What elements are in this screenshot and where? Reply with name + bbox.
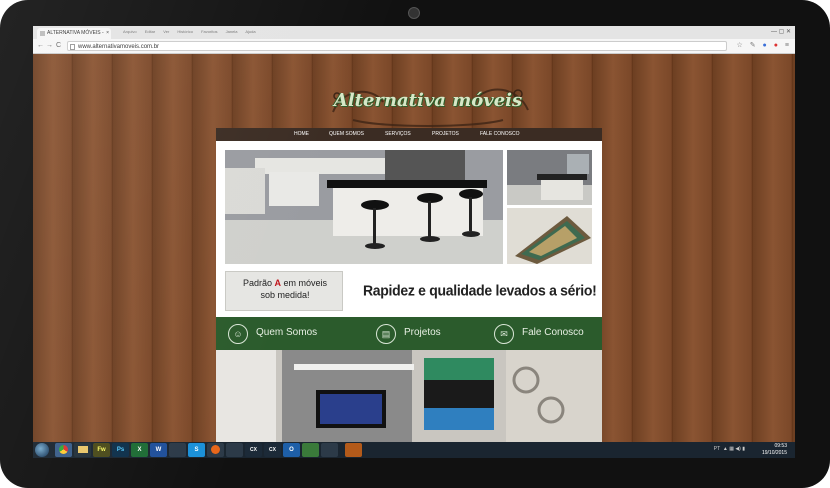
nav-fale-conosco[interactable]: FALE CONOSCO: [480, 128, 519, 141]
kitchen-photo-small: [507, 150, 592, 205]
tab-bar: ALTERNATIVA MÓVEIS - × Arquivo Editar Ve…: [33, 26, 795, 39]
extension-icon[interactable]: ●: [774, 42, 778, 49]
taskbar-app-generic[interactable]: [226, 443, 243, 457]
windows-taskbar: Fw Ps X W S CX CX O PT ▲ ▦ ◀) ▮ 09:53 19…: [33, 442, 795, 458]
tab-title: ALTERNATIVA MÓVEIS -: [47, 30, 104, 36]
taskbar-app-generic[interactable]: [321, 443, 338, 457]
taskbar-app-cx[interactable]: CX: [264, 443, 281, 457]
clock-time: 09:53: [774, 443, 787, 449]
glass-table-photo: [507, 208, 592, 264]
monitor-frame: ALTERNATIVA MÓVEIS - × Arquivo Editar Ve…: [0, 0, 830, 488]
menu-item[interactable]: Arquivo: [123, 29, 137, 34]
taskbar-app-skype[interactable]: S: [188, 443, 205, 457]
section-label: Projetos: [404, 327, 441, 338]
taskbar-app-cx[interactable]: CX: [245, 443, 262, 457]
taskbar-app-generic[interactable]: [345, 443, 362, 457]
padrao-text-pre: Padrão: [242, 278, 275, 288]
pencil-icon[interactable]: ✎: [750, 42, 756, 49]
logo-text: Alternativa móveis: [333, 90, 523, 111]
taskbar-app-generic[interactable]: [302, 443, 319, 457]
envelope-icon: ✉: [494, 324, 514, 344]
living-room-photo: [216, 350, 602, 442]
section-links-bar: ☺ Quem Somos ▤ Projetos ✉ Fale Conosco: [216, 317, 602, 350]
web-page: Alternativa móveis HOME QUEM SOMOS SERVI…: [33, 54, 795, 442]
site-logo[interactable]: Alternativa móveis: [323, 82, 533, 128]
folder-icon: [77, 446, 88, 453]
section-label: Fale Conosco: [522, 327, 584, 338]
kitchen-photo: [225, 150, 503, 264]
padrao-banner: Padrão A em móveis sob medida!: [225, 271, 343, 311]
extension-icon[interactable]: ●: [763, 42, 767, 49]
browser-tab[interactable]: ALTERNATIVA MÓVEIS - ×: [37, 28, 111, 39]
nav-home[interactable]: HOME: [294, 128, 309, 141]
menu-item[interactable]: Janela: [226, 29, 238, 34]
page-icon: [70, 44, 75, 50]
site-container: HOME QUEM SOMOS SERVIÇOS PROJETOS FALE C…: [216, 128, 602, 442]
clock[interactable]: 09:53 19/10/2015: [762, 443, 787, 457]
start-button[interactable]: [35, 443, 49, 457]
taskbar-app-outlook[interactable]: O: [283, 443, 300, 457]
site-nav: HOME QUEM SOMOS SERVIÇOS PROJETOS FALE C…: [216, 128, 602, 141]
address-bar[interactable]: www.alternativamoveis.com.br: [67, 41, 727, 51]
clock-date: 19/10/2015: [761, 450, 787, 456]
browser-toolbar: ← → C www.alternativamoveis.com.br ☆ ✎ ●…: [33, 39, 795, 54]
menu-item[interactable]: Ver: [163, 29, 169, 34]
menu-strip: Arquivo Editar Ver Histórico Favoritos J…: [123, 29, 263, 34]
people-icon: ☺: [228, 324, 248, 344]
firefox-icon: [211, 445, 220, 454]
page-icon: [40, 31, 45, 36]
forward-arrow-icon[interactable]: →: [46, 41, 53, 51]
screen: ALTERNATIVA MÓVEIS - × Arquivo Editar Ve…: [33, 26, 795, 458]
taskbar-app-word[interactable]: W: [150, 443, 167, 457]
extension-icons: ☆ ✎ ● ● ≡: [731, 41, 789, 49]
webcam: [408, 7, 420, 19]
nav-quem-somos[interactable]: QUEM SOMOS: [329, 128, 364, 141]
document-icon: ▤: [376, 324, 396, 344]
taskbar-app-fireworks[interactable]: Fw: [93, 443, 110, 457]
menu-item[interactable]: Editar: [145, 29, 155, 34]
language-indicator[interactable]: PT: [714, 446, 720, 452]
taskbar-app-excel[interactable]: X: [131, 443, 148, 457]
nav-servicos[interactable]: SERVIÇOS: [385, 128, 411, 141]
system-tray: PT ▲ ▦ ◀) ▮: [714, 446, 745, 452]
menu-item[interactable]: Histórico: [177, 29, 193, 34]
tray-icons[interactable]: ▲ ▦ ◀) ▮: [722, 446, 745, 452]
url-text: www.alternativamoveis.com.br: [78, 44, 160, 50]
reload-icon[interactable]: C: [56, 41, 61, 51]
taskbar-app-photoshop[interactable]: Ps: [112, 443, 129, 457]
back-arrow-icon[interactable]: ←: [37, 41, 44, 51]
menu-item[interactable]: Favoritos: [201, 29, 217, 34]
taskbar-app-firefox[interactable]: [207, 443, 224, 457]
window-controls[interactable]: — ▢ ✕: [771, 28, 791, 35]
menu-item[interactable]: Ajuda: [245, 29, 255, 34]
chrome-menu-icon[interactable]: ≡: [785, 42, 789, 49]
close-tab-icon[interactable]: ×: [106, 28, 109, 39]
slogan: Rapidez e qualidade levados a sério!: [363, 281, 597, 299]
chrome-icon: [59, 445, 68, 454]
section-label: Quem Somos: [256, 327, 318, 338]
taskbar-app-chrome[interactable]: [55, 443, 72, 457]
nav-projetos[interactable]: PROJETOS: [432, 128, 459, 141]
star-icon[interactable]: ☆: [736, 42, 742, 49]
taskbar-app-explorer[interactable]: [74, 443, 91, 457]
taskbar-app-generic[interactable]: [169, 443, 186, 457]
